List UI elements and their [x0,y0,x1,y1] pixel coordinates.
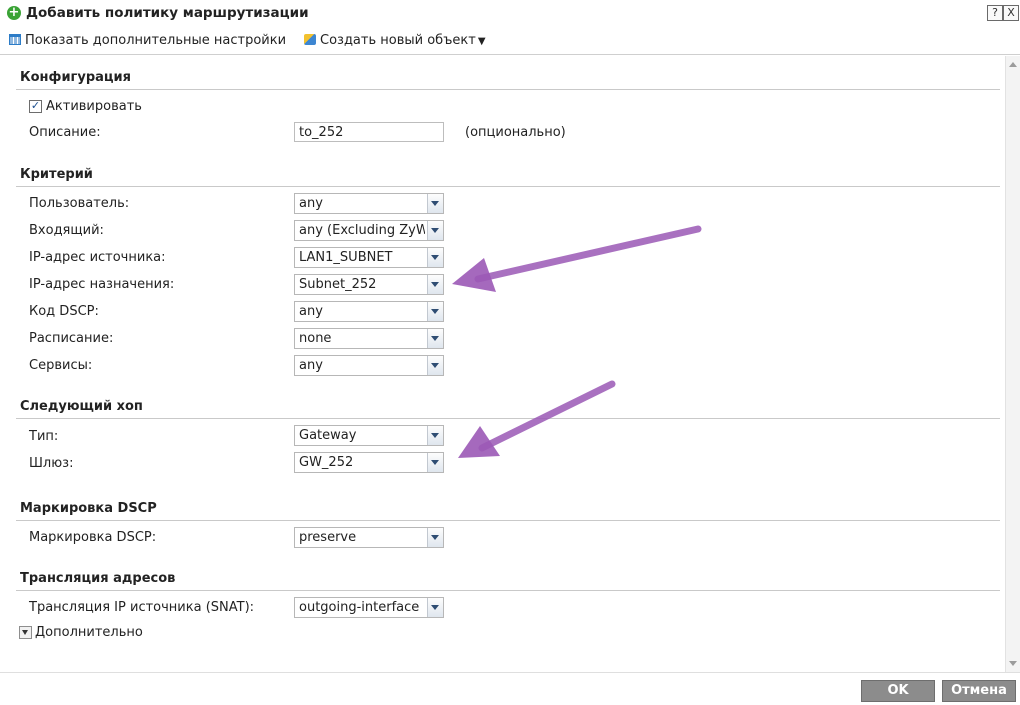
chevron-down-icon [427,356,443,375]
form-panel: Конфигурация ✓ Активировать Описание: to… [4,56,1004,672]
user-select-value: any [299,196,323,211]
chevron-down-icon [427,598,443,617]
toolbar: Показать дополнительные настройки Создат… [0,28,1020,55]
source-ip-label: IP-адрес источника: [29,250,166,265]
section-divider [16,186,1000,187]
schedule-select-value: none [299,331,332,346]
create-object-menu[interactable]: Создать новый объект ▼ [304,33,486,51]
section-translation-title: Трансляция адресов [20,571,176,586]
table-icon [9,34,21,45]
schedule-label: Расписание: [29,331,114,346]
chevron-down-icon [427,275,443,294]
user-select[interactable]: any [294,193,444,214]
advanced-toggle[interactable]: Дополнительно [35,625,143,640]
scroll-down-icon[interactable] [1009,661,1017,666]
help-button[interactable]: ? [987,5,1003,21]
section-divider [16,418,1000,419]
destination-ip-select-value: Subnet_252 [299,277,377,292]
cancel-button[interactable]: Отмена [942,680,1016,702]
schedule-select[interactable]: none [294,328,444,349]
object-icon [304,34,316,45]
optional-note: (опционально) [465,125,566,140]
activate-checkbox[interactable]: ✓ [29,100,42,113]
dialog-footer: OK Отмена [0,672,1020,705]
ok-button[interactable]: OK [861,680,935,702]
dscp-code-label: Код DSCP: [29,304,99,319]
snat-select[interactable]: outgoing-interface [294,597,444,618]
section-divider [16,590,1000,591]
section-dscp-title: Маркировка DSCP [20,501,157,516]
window-title: Добавить политику маршрутизации [26,5,309,21]
add-icon: + [7,5,21,20]
scroll-up-icon[interactable] [1009,62,1017,67]
services-label: Сервисы: [29,358,93,373]
dscp-code-select[interactable]: any [294,301,444,322]
source-ip-select-value: LAN1_SUBNET [299,250,393,265]
chevron-down-icon [427,453,443,472]
snat-label: Трансляция IP источника (SNAT): [29,600,255,615]
services-select-value: any [299,358,323,373]
user-label: Пользователь: [29,196,130,211]
close-button[interactable]: X [1003,5,1019,21]
description-input[interactable]: to_252 [294,122,444,142]
source-ip-select[interactable]: LAN1_SUBNET [294,247,444,268]
create-object-label: Создать новый объект [320,33,476,48]
type-label: Тип: [29,429,59,444]
type-select[interactable]: Gateway [294,425,444,446]
incoming-select[interactable]: any (Excluding ZyW [294,220,444,241]
dscp-marking-label: Маркировка DSCP: [29,530,157,545]
title-bar: + Добавить политику маршрутизации ? X [0,0,1020,29]
show-advanced-label: Показать дополнительные настройки [25,33,287,48]
vertical-scrollbar[interactable] [1005,56,1020,672]
gateway-select-value: GW_252 [299,455,354,470]
type-select-value: Gateway [299,428,357,443]
description-label: Описание: [29,125,101,140]
dscp-marking-select[interactable]: preserve [294,527,444,548]
activate-label: Активировать [46,99,142,114]
gateway-select[interactable]: GW_252 [294,452,444,473]
destination-ip-select[interactable]: Subnet_252 [294,274,444,295]
section-configuration-title: Конфигурация [20,70,131,85]
chevron-down-icon [427,248,443,267]
section-criteria-title: Критерий [20,167,93,182]
chevron-down-icon [427,329,443,348]
gateway-label: Шлюз: [29,456,74,471]
chevron-down-icon [427,302,443,321]
chevron-down-icon [427,194,443,213]
incoming-select-value: any (Excluding ZyW [299,223,425,238]
section-next-hop-title: Следующий хоп [20,399,143,414]
expand-advanced-icon[interactable] [19,626,32,639]
section-divider [16,520,1000,521]
services-select[interactable]: any [294,355,444,376]
chevron-down-icon [427,221,443,240]
dscp-marking-select-value: preserve [299,530,357,545]
chevron-down-icon [427,528,443,547]
show-advanced-button[interactable]: Показать дополнительные настройки [9,33,286,51]
destination-ip-label: IP-адрес назначения: [29,277,175,292]
snat-select-value: outgoing-interface [299,600,420,615]
incoming-label: Входящий: [29,223,104,238]
section-divider [16,89,1000,90]
dscp-code-select-value: any [299,304,323,319]
chevron-down-icon [427,426,443,445]
dropdown-caret-icon: ▼ [477,36,486,47]
